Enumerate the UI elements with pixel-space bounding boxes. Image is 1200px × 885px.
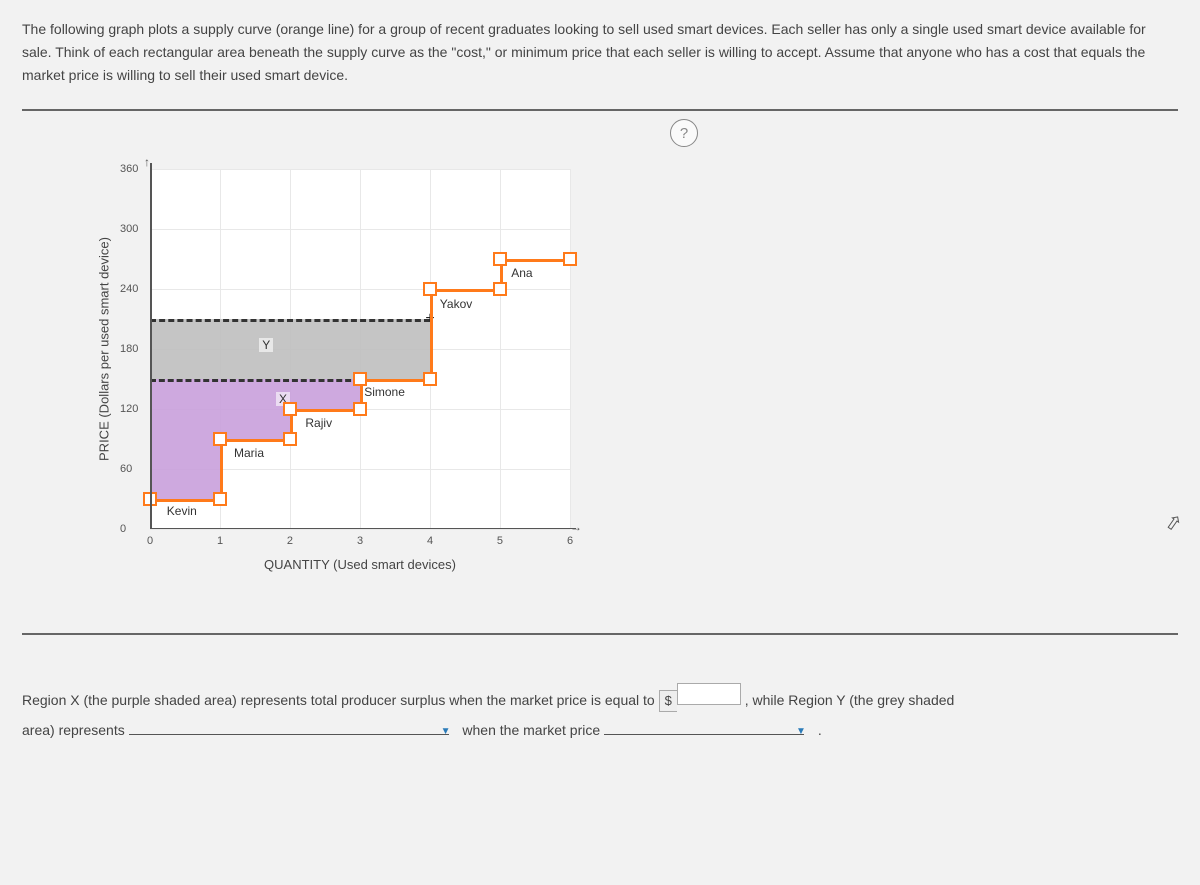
intro-text: The following graph plots a supply curve…	[22, 18, 1178, 87]
x-axis-label: QUANTITY (Used smart devices)	[150, 557, 570, 572]
currency-prefix: $	[659, 690, 677, 712]
xtick: 3	[357, 535, 363, 547]
ytick: 300	[120, 223, 138, 235]
xtick: 0	[147, 535, 153, 547]
node-ana-end[interactable]	[563, 252, 577, 266]
label-ana: Ana	[511, 266, 532, 280]
node-rajiv-start[interactable]	[283, 402, 297, 416]
answer-paragraph: Region X (the purple shaded area) repres…	[22, 683, 1178, 745]
node-ana-start[interactable]	[493, 252, 507, 266]
ytick: 180	[120, 343, 138, 355]
ytick: 240	[120, 283, 138, 295]
q-text-2b: when the market price	[462, 722, 600, 738]
q-text-2a: area) represents	[22, 722, 125, 738]
node-maria-end[interactable]	[283, 432, 297, 446]
node-maria-start[interactable]	[213, 432, 227, 446]
ytick: 360	[120, 163, 138, 175]
region-x-col0	[150, 379, 220, 499]
xtick: 6	[567, 535, 573, 547]
plot-area[interactable]: X Y ✢ + Kevin Maria Rajiv Simone Yakov A	[150, 169, 570, 529]
xtick: 4	[427, 535, 433, 547]
chevron-down-icon[interactable]: ▼	[796, 726, 806, 737]
ytick: 60	[120, 463, 132, 475]
q-text-2c: .	[818, 722, 822, 738]
divider-top	[22, 109, 1178, 111]
chevron-down-icon[interactable]: ▼	[441, 726, 451, 737]
q-text-1: Region X (the purple shaded area) repres…	[22, 692, 655, 708]
xtick: 5	[497, 535, 503, 547]
dash-210	[150, 319, 430, 322]
region-x-col1	[220, 379, 290, 439]
dropdown-blank-1[interactable]	[129, 720, 449, 735]
node-rajiv-end[interactable]	[353, 402, 367, 416]
cursor-icon: ⬀	[1163, 509, 1184, 537]
node-simone-start[interactable]	[353, 372, 367, 386]
region-x-col2	[290, 379, 360, 409]
divider-bottom	[22, 633, 1178, 635]
label-rajiv: Rajiv	[305, 416, 332, 430]
label-kevin: Kevin	[167, 504, 197, 518]
q-text-1b: , while Region Y (the grey shaded	[745, 692, 955, 708]
xtick: 2	[287, 535, 293, 547]
ytick: 0	[120, 523, 126, 535]
y-axis-label: PRICE (Dollars per used smart device)	[97, 237, 112, 461]
xtick: 1	[217, 535, 223, 547]
label-yakov: Yakov	[440, 297, 472, 311]
node-yakov-start[interactable]	[423, 282, 437, 296]
label-simone: Simone	[364, 385, 405, 399]
region-y-label: Y	[259, 338, 273, 352]
region-y	[150, 319, 430, 379]
node-simone-end[interactable]	[423, 372, 437, 386]
node-yakov-end[interactable]	[493, 282, 507, 296]
price-input[interactable]	[677, 683, 741, 705]
dash-150	[150, 379, 360, 382]
node-kevin-end[interactable]	[213, 492, 227, 506]
label-maria: Maria	[234, 446, 264, 460]
dropdown-blank-2[interactable]	[604, 720, 804, 735]
help-button[interactable]: ?	[670, 119, 698, 147]
ytick: 120	[120, 403, 138, 415]
chart-container: ? PRICE (Dollars per used smart device) …	[58, 119, 698, 619]
